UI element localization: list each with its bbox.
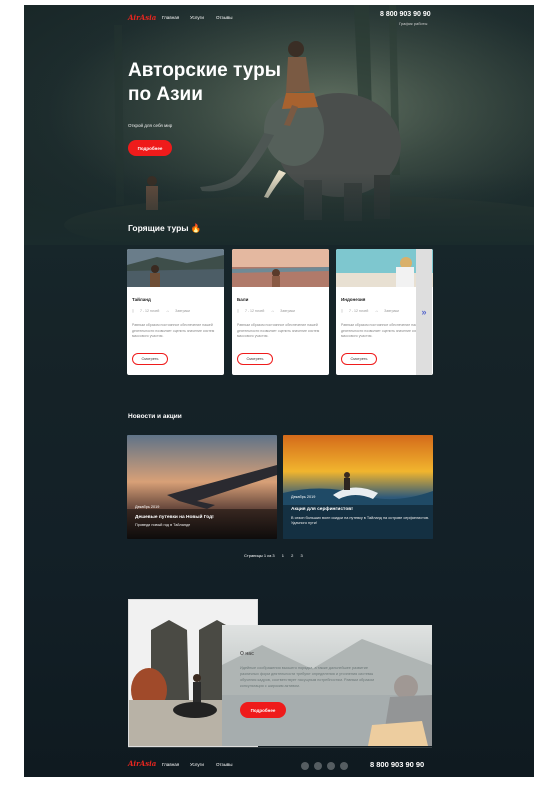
news-text: В сезон больших волн скидки на путевку в… <box>291 516 430 525</box>
header-phone[interactable]: 8 800 903 90 90 <box>380 11 431 18</box>
tour-name: Бали <box>237 297 249 302</box>
bed-icon: ▯ <box>341 309 343 313</box>
tour-card-thailand: Тайланд ▯ 7 - 12 ночей ⌓ Завтраки Равным о… <box>127 249 224 375</box>
tour-meal: Завтраки <box>280 309 295 313</box>
tour-name: Индонезия <box>341 297 366 302</box>
about-title: О нас <box>240 651 254 657</box>
pagination: Страницы 1 из 3 1 2 3 <box>244 553 309 558</box>
footer-phone[interactable]: 8 800 903 90 90 <box>370 760 424 769</box>
tour-meta: ▯ 7 - 12 ночей ⌓ Завтраки <box>132 309 196 313</box>
nav-home-link[interactable]: Главная <box>162 15 179 20</box>
news-headline: Дешевые путевки на Новый Год! <box>135 515 214 520</box>
footer-divider <box>128 747 432 748</box>
about-text: Идейные соображения высшего порядка, а т… <box>240 666 374 688</box>
bed-icon: ▯ <box>237 309 239 313</box>
footer-nav-home-link[interactable]: Главная <box>162 762 179 767</box>
meal-icon: ⌓ <box>375 309 379 313</box>
about-details-button[interactable]: Подробнее <box>240 702 286 718</box>
hero-section: AirAsia Главная Услуги Отзывы 8 800 903 … <box>24 5 534 245</box>
tour-nights: 7 - 12 ночей <box>139 309 160 313</box>
news-text: Проведи новый год в Тайланде <box>135 523 191 527</box>
vk-icon[interactable] <box>314 762 322 770</box>
page-link-1[interactable]: 1 <box>282 553 284 558</box>
footer-logo[interactable]: AirAsia <box>128 759 156 768</box>
footer-nav-reviews-link[interactable]: Отзывы <box>216 762 232 767</box>
tour-view-button[interactable]: Смотреть <box>237 353 273 365</box>
pagination-label: Страницы 1 из 3 <box>244 553 275 558</box>
tour-view-button[interactable]: Смотреть <box>341 353 377 365</box>
bed-icon: ▯ <box>132 309 134 313</box>
header-phone-note: График работы <box>399 21 428 26</box>
hero-details-button[interactable]: Подробнее <box>128 140 172 156</box>
meal-icon: ⌓ <box>166 309 170 313</box>
tour-image-bali <box>232 249 329 287</box>
news-card-surfers[interactable]: Декабрь 2019 Акция для серфингистов! В с… <box>283 435 433 539</box>
tour-description: Равным образом постоянное обеспечение на… <box>341 323 424 339</box>
telegram-icon[interactable] <box>301 762 309 770</box>
hero-title: Авторские туры по Азии <box>128 60 281 105</box>
tour-nights: 7 - 12 ночей <box>348 309 369 313</box>
tour-nights: 7 - 12 ночей <box>244 309 265 313</box>
tour-view-button[interactable]: Смотреть <box>132 353 168 365</box>
page: AirAsia Главная Услуги Отзывы 8 800 903 … <box>24 5 534 777</box>
next-arrow-button[interactable]: » <box>416 249 432 375</box>
news-date: Декабрь 2019 <box>135 505 160 509</box>
double-chevron-right-icon: » <box>421 307 427 317</box>
footer-nav-services-link[interactable]: Услуги <box>190 762 204 767</box>
page-link-2[interactable]: 2 <box>291 553 293 558</box>
tour-meta: ▯ 7 - 12 ночей ⌓ Завтраки <box>341 309 405 313</box>
logo[interactable]: AirAsia <box>128 13 156 22</box>
page-link-3[interactable]: 3 <box>300 553 302 558</box>
tour-image-thailand <box>127 249 224 287</box>
news-card-new-year[interactable]: Декабрь 2019 Дешевые путевки на Новый Го… <box>127 435 277 539</box>
news-headline: Акция для серфингистов! <box>291 507 353 512</box>
tour-description: Равным образом постоянное обеспечение на… <box>132 323 215 339</box>
tour-name: Тайланд <box>132 297 151 302</box>
news-title: Новости и акции <box>128 413 182 420</box>
tour-meta: ▯ 7 - 12 ночей ⌓ Завтраки <box>237 309 301 313</box>
hero-subtitle: Открой для себя мир <box>128 123 173 128</box>
tour-meal: Завтраки <box>384 309 399 313</box>
hot-tours-title: Горящие туры 🔥 <box>128 223 202 233</box>
instagram-icon[interactable] <box>340 762 348 770</box>
nav-reviews-link[interactable]: Отзывы <box>216 15 232 20</box>
tour-meal: Завтраки <box>175 309 190 313</box>
hero-elephant-illustration <box>24 5 534 245</box>
news-date: Декабрь 2019 <box>291 495 316 499</box>
nav-services-link[interactable]: Услуги <box>190 15 204 20</box>
tour-card-bali: Бали ▯ 7 - 12 ночей ⌓ Завтраки Равным обра… <box>232 249 329 375</box>
facebook-icon[interactable] <box>327 762 335 770</box>
meal-icon: ⌓ <box>271 309 275 313</box>
tour-description: Равным образом постоянное обеспечение на… <box>237 323 320 339</box>
